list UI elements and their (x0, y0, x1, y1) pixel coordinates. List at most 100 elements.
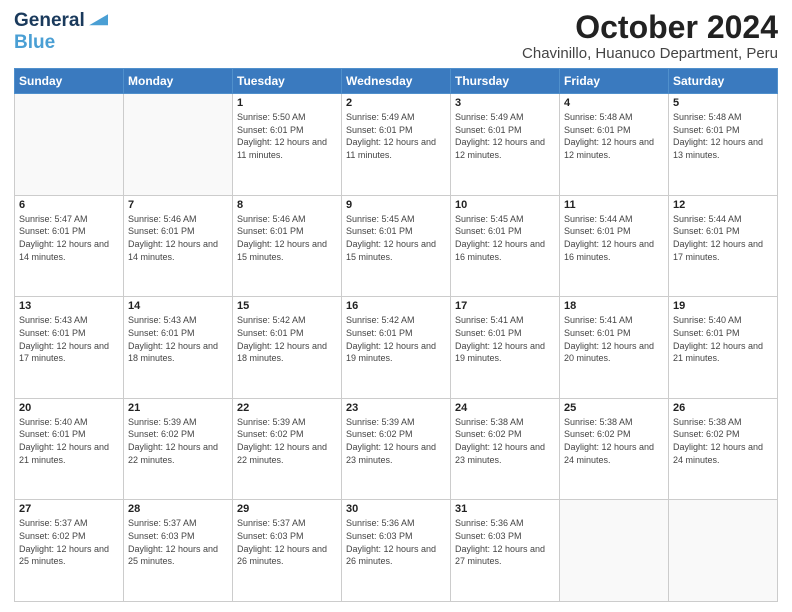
table-row: 14Sunrise: 5:43 AMSunset: 6:01 PMDayligh… (124, 297, 233, 399)
day-info: Sunrise: 5:45 AMSunset: 6:01 PMDaylight:… (455, 213, 555, 263)
calendar-week-row: 1 Sunrise: 5:50 AMSunset: 6:01 PMDaylight… (15, 94, 778, 196)
day-info: Sunrise: 5:39 AMSunset: 6:02 PMDaylight:… (346, 416, 446, 466)
calendar-week-row: 27Sunrise: 5:37 AMSunset: 6:02 PMDayligh… (15, 500, 778, 602)
table-row: 12Sunrise: 5:44 AMSunset: 6:01 PMDayligh… (669, 195, 778, 297)
table-row: 19Sunrise: 5:40 AMSunset: 6:01 PMDayligh… (669, 297, 778, 399)
day-info: Sunrise: 5:50 AMSunset: 6:01 PMDaylight:… (237, 111, 337, 161)
table-row: 8 Sunrise: 5:46 AMSunset: 6:01 PMDaylight… (233, 195, 342, 297)
title-block: October 2024 Chavinillo, Huanuco Departm… (522, 10, 778, 62)
day-number: 16 (346, 300, 446, 312)
calendar-week-row: 13 Sunrise: 5:43 AMSunset: 6:01 PMDayligh… (15, 297, 778, 399)
table-row: 4Sunrise: 5:48 AMSunset: 6:01 PMDaylight… (560, 94, 669, 196)
col-tuesday: Tuesday (233, 69, 342, 94)
day-number: 14 (128, 300, 228, 312)
day-info: Sunrise: 5:38 AMSunset: 6:02 PMDaylight:… (564, 416, 664, 466)
day-number: 29 (237, 503, 337, 515)
table-row: 10 Sunrise: 5:45 AMSunset: 6:01 PMDayligh… (451, 195, 560, 297)
table-row: 9 Sunrise: 5:45 AMSunset: 6:01 PMDaylight… (342, 195, 451, 297)
col-wednesday: Wednesday (342, 69, 451, 94)
table-row: 17Sunrise: 5:41 AMSunset: 6:01 PMDayligh… (451, 297, 560, 399)
day-info: Sunrise: 5:43 AMSunset: 6:01 PMDaylight:… (19, 314, 119, 364)
day-number: 28 (128, 503, 228, 515)
table-row: 15Sunrise: 5:42 AMSunset: 6:01 PMDayligh… (233, 297, 342, 399)
day-info: Sunrise: 5:45 AMSunset: 6:01 PMDaylight:… (346, 213, 446, 263)
day-number: 31 (455, 503, 555, 515)
table-row: 22 Sunrise: 5:39 AMSunset: 6:02 PMDayligh… (233, 398, 342, 500)
day-info: Sunrise: 5:46 AMSunset: 6:01 PMDaylight:… (237, 213, 337, 263)
logo-blue-text: Blue (14, 32, 55, 53)
header: General Blue October 2024 Chavinillo, Hu… (14, 10, 778, 62)
day-info: Sunrise: 5:37 AMSunset: 6:03 PMDaylight:… (128, 517, 228, 567)
day-info: Sunrise: 5:38 AMSunset: 6:02 PMDaylight:… (673, 416, 773, 466)
table-row: 21 Sunrise: 5:39 AMSunset: 6:02 PMDayligh… (124, 398, 233, 500)
table-row (669, 500, 778, 602)
table-row: 30 Sunrise: 5:36 AMSunset: 6:03 PMDayligh… (342, 500, 451, 602)
table-row: 11 Sunrise: 5:44 AMSunset: 6:01 PMDayligh… (560, 195, 669, 297)
calendar-title: October 2024 (522, 10, 778, 45)
day-info: Sunrise: 5:44 AMSunset: 6:01 PMDaylight:… (564, 213, 664, 263)
day-info: Sunrise: 5:48 AMSunset: 6:01 PMDaylight:… (673, 111, 773, 161)
day-number: 26 (673, 402, 773, 414)
day-number: 10 (455, 199, 555, 211)
table-row: 3 Sunrise: 5:49 AMSunset: 6:01 PMDaylight… (451, 94, 560, 196)
col-friday: Friday (560, 69, 669, 94)
table-row: 2 Sunrise: 5:49 AMSunset: 6:01 PMDaylight… (342, 94, 451, 196)
table-row: 20 Sunrise: 5:40 AMSunset: 6:01 PMDayligh… (15, 398, 124, 500)
day-number: 24 (455, 402, 555, 414)
table-row: 25 Sunrise: 5:38 AMSunset: 6:02 PMDayligh… (560, 398, 669, 500)
day-number: 9 (346, 199, 446, 211)
day-info: Sunrise: 5:49 AMSunset: 6:01 PMDaylight:… (455, 111, 555, 161)
day-number: 6 (19, 199, 119, 211)
day-number: 15 (237, 300, 337, 312)
logo-general-text: General (14, 10, 85, 32)
day-number: 8 (237, 199, 337, 211)
table-row: 29 Sunrise: 5:37 AMSunset: 6:03 PMDayligh… (233, 500, 342, 602)
day-info: Sunrise: 5:49 AMSunset: 6:01 PMDaylight:… (346, 111, 446, 161)
col-sunday: Sunday (15, 69, 124, 94)
table-row: 18Sunrise: 5:41 AMSunset: 6:01 PMDayligh… (560, 297, 669, 399)
day-number: 5 (673, 97, 773, 109)
day-number: 23 (346, 402, 446, 414)
day-number: 13 (19, 300, 119, 312)
table-row: 5 Sunrise: 5:48 AMSunset: 6:01 PMDaylight… (669, 94, 778, 196)
day-number: 30 (346, 503, 446, 515)
day-info: Sunrise: 5:38 AMSunset: 6:02 PMDaylight:… (455, 416, 555, 466)
day-info: Sunrise: 5:40 AMSunset: 6:01 PMDaylight:… (19, 416, 119, 466)
calendar-week-row: 20 Sunrise: 5:40 AMSunset: 6:01 PMDayligh… (15, 398, 778, 500)
table-row: 27Sunrise: 5:37 AMSunset: 6:02 PMDayligh… (15, 500, 124, 602)
col-monday: Monday (124, 69, 233, 94)
table-row: 16Sunrise: 5:42 AMSunset: 6:01 PMDayligh… (342, 297, 451, 399)
day-info: Sunrise: 5:39 AMSunset: 6:02 PMDaylight:… (128, 416, 228, 466)
day-number: 18 (564, 300, 664, 312)
col-thursday: Thursday (451, 69, 560, 94)
calendar-week-row: 6 Sunrise: 5:47 AMSunset: 6:01 PMDaylight… (15, 195, 778, 297)
day-number: 1 (237, 97, 337, 109)
day-info: Sunrise: 5:36 AMSunset: 6:03 PMDaylight:… (346, 517, 446, 567)
page: General Blue October 2024 Chavinillo, Hu… (0, 0, 792, 612)
calendar-table: Sunday Monday Tuesday Wednesday Thursday… (14, 68, 778, 602)
day-info: Sunrise: 5:37 AMSunset: 6:03 PMDaylight:… (237, 517, 337, 567)
logo-icon (86, 11, 108, 27)
day-info: Sunrise: 5:39 AMSunset: 6:02 PMDaylight:… (237, 416, 337, 466)
day-number: 2 (346, 97, 446, 109)
table-row: 6 Sunrise: 5:47 AMSunset: 6:01 PMDaylight… (15, 195, 124, 297)
table-row (15, 94, 124, 196)
table-row (560, 500, 669, 602)
calendar-header-row: Sunday Monday Tuesday Wednesday Thursday… (15, 69, 778, 94)
table-row: 26 Sunrise: 5:38 AMSunset: 6:02 PMDayligh… (669, 398, 778, 500)
table-row: 24 Sunrise: 5:38 AMSunset: 6:02 PMDayligh… (451, 398, 560, 500)
day-info: Sunrise: 5:46 AMSunset: 6:01 PMDaylight:… (128, 213, 228, 263)
day-number: 20 (19, 402, 119, 414)
table-row: 23 Sunrise: 5:39 AMSunset: 6:02 PMDayligh… (342, 398, 451, 500)
day-number: 12 (673, 199, 773, 211)
day-number: 11 (564, 199, 664, 211)
day-info: Sunrise: 5:47 AMSunset: 6:01 PMDaylight:… (19, 213, 119, 263)
day-number: 3 (455, 97, 555, 109)
day-info: Sunrise: 5:36 AMSunset: 6:03 PMDaylight:… (455, 517, 555, 567)
day-number: 21 (128, 402, 228, 414)
day-info: Sunrise: 5:41 AMSunset: 6:01 PMDaylight:… (455, 314, 555, 364)
calendar-subtitle: Chavinillo, Huanuco Department, Peru (522, 45, 778, 62)
day-number: 25 (564, 402, 664, 414)
day-number: 22 (237, 402, 337, 414)
day-number: 4 (564, 97, 664, 109)
